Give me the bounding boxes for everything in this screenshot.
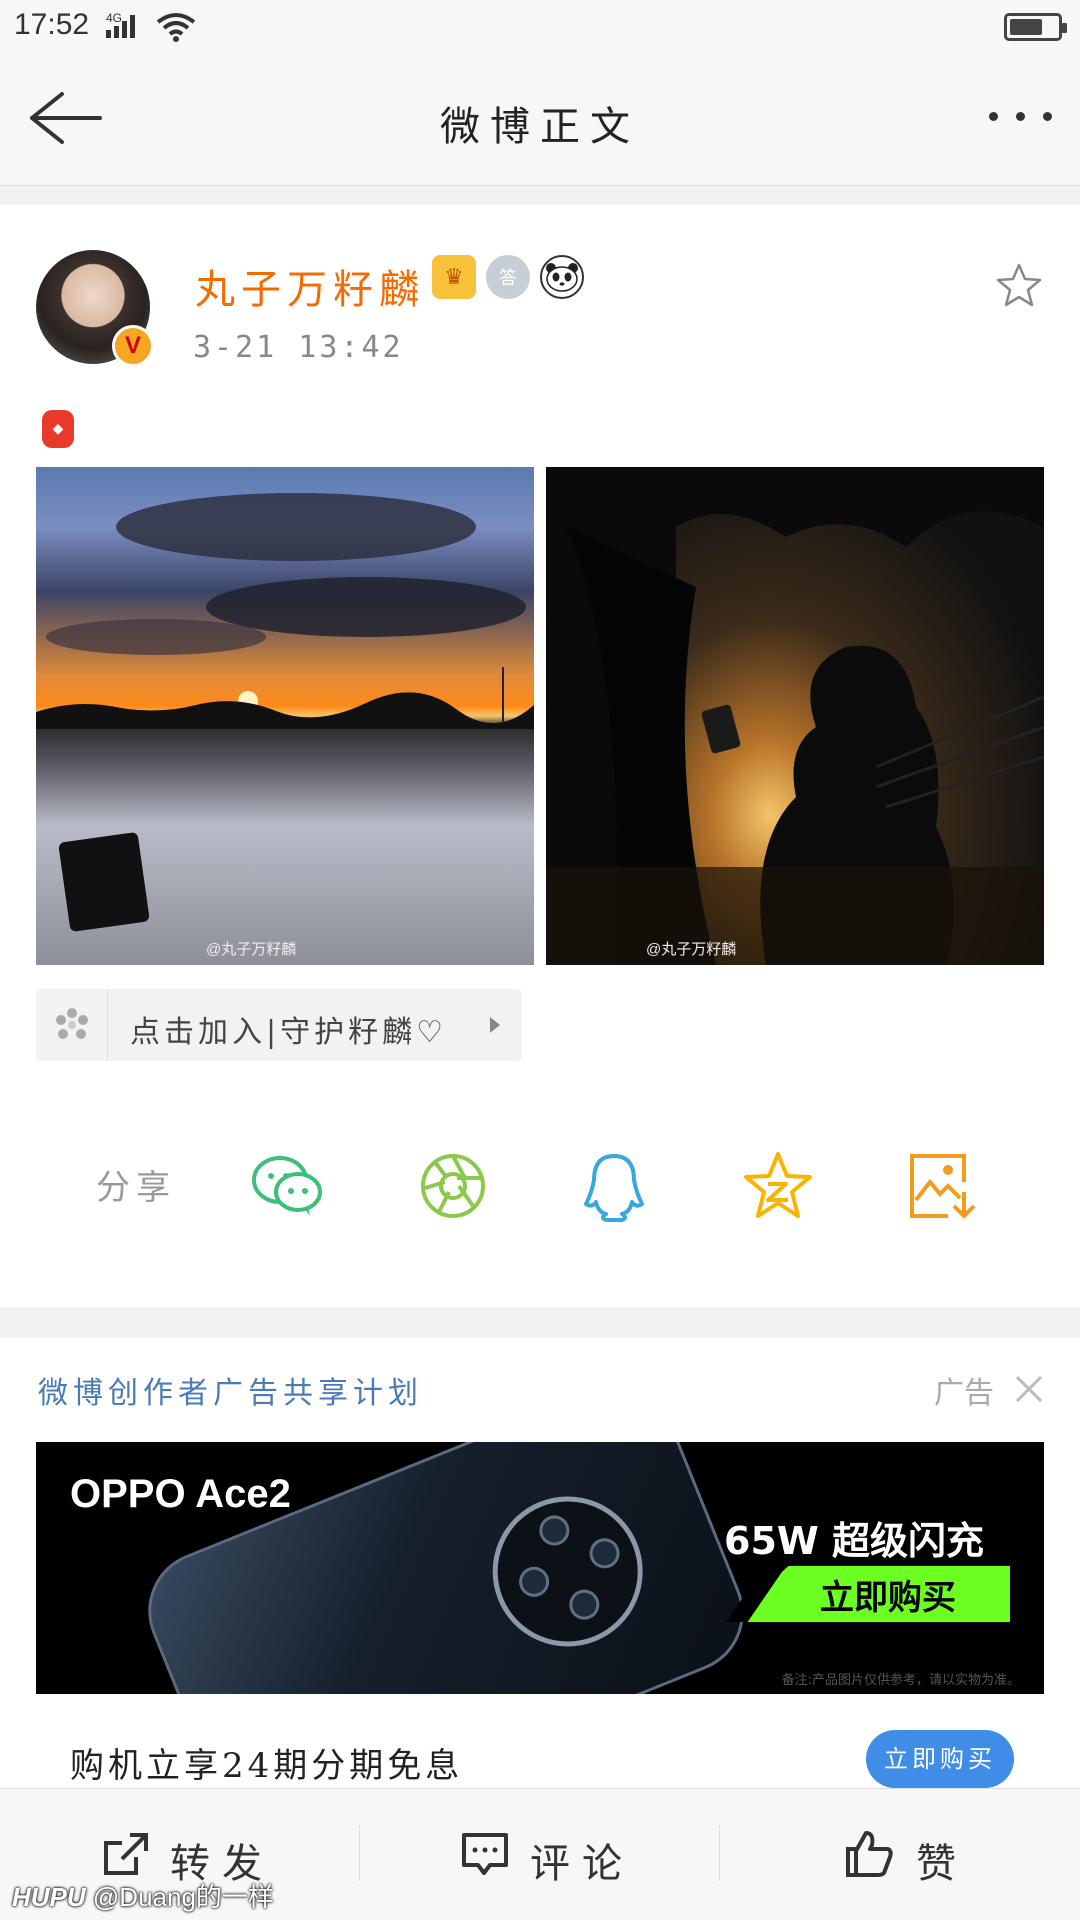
status-time: 17:52 xyxy=(14,8,90,41)
image-watermark: @丸子万籽麟 xyxy=(646,941,737,958)
silhouette-scene xyxy=(546,467,1044,965)
sunset-scene xyxy=(36,493,534,932)
battery-fill xyxy=(1010,19,1043,35)
repost-icon xyxy=(104,1833,148,1875)
signal-icon: 4G xyxy=(106,11,135,38)
ad-disclaimer: 备注:产品图片仅供参考，请以实物为准。 xyxy=(781,1673,1020,1688)
crown-badge-icon[interactable]: ♛ xyxy=(432,255,476,299)
share-row: 分享 xyxy=(0,1140,1080,1230)
moments-icon[interactable] xyxy=(415,1148,491,1224)
network-type: 4G xyxy=(106,11,122,25)
ad-tag: 广告 xyxy=(934,1376,994,1411)
qq-icon[interactable] xyxy=(576,1148,652,1224)
share-label: 分享 xyxy=(96,1168,176,1208)
answer-badge-icon[interactable]: 答 xyxy=(486,255,530,299)
thumbs-up-icon xyxy=(846,1831,893,1877)
comment-label: 评论 xyxy=(530,1841,634,1887)
comment-icon xyxy=(462,1833,508,1875)
lantern-emoji-icon: ◆ xyxy=(42,410,74,448)
close-icon[interactable] xyxy=(1014,1374,1044,1404)
panda-badge-icon[interactable] xyxy=(540,255,584,299)
wifi-icon xyxy=(156,13,196,42)
bottom-action-bar: 转发 评论 赞 HUPU @Duang的一样 xyxy=(0,1788,1080,1920)
camera-module xyxy=(470,1473,666,1670)
ad-card: 微博创作者广告共享计划 广告 OPPO Ace2 65W 超级闪充 立即购买 备… xyxy=(0,1338,1080,1790)
qzone-icon[interactable] xyxy=(740,1148,816,1224)
like-button[interactable]: 赞 xyxy=(720,1789,1079,1920)
ad-charge-text: 65W 超级闪充 xyxy=(724,1519,985,1563)
ad-buy-strip-text: 立即购买 xyxy=(820,1578,956,1618)
buy-now-button[interactable]: 立即购买 xyxy=(866,1730,1014,1788)
favorite-star-icon[interactable] xyxy=(994,261,1044,311)
ad-model-name: OPPO Ace2 xyxy=(70,1472,291,1516)
author-name[interactable]: 丸子万籽麟 xyxy=(195,257,425,315)
post-image-2[interactable]: @丸子万籽麟 xyxy=(546,467,1044,965)
group-icon xyxy=(36,989,108,1061)
comment-button[interactable]: 评论 xyxy=(360,1789,719,1920)
hupu-watermark: HUPU @Duang的一样 xyxy=(12,1877,274,1914)
author-badges: ♛ 答 xyxy=(432,255,584,299)
group-link-text: 点击加入|守护籽麟♡ xyxy=(130,1015,448,1050)
watermark-user: @Duang的一样 xyxy=(92,1882,274,1912)
save-image-icon[interactable] xyxy=(904,1148,980,1224)
verified-v-icon: V xyxy=(112,325,154,367)
ad-program-link[interactable]: 微博创作者广告共享计划 xyxy=(38,1368,423,1412)
post-card: V 丸子万籽麟 ♛ 答 3-21 13:42 ◆ @丸子万籽麟 @丸子万籽麟 点… xyxy=(0,205,1080,1307)
like-label: 赞 xyxy=(916,1841,968,1887)
page-title: 微博正文 xyxy=(440,104,640,150)
ad-promo-text: 购机立享24期分期免息 xyxy=(70,1746,464,1786)
image-watermark: @丸子万籽麟 xyxy=(206,941,297,958)
post-image-1[interactable]: @丸子万籽麟 xyxy=(36,467,534,965)
post-time: 3-21 13:42 xyxy=(193,330,404,365)
status-bar: 17:52 4G xyxy=(0,0,1080,56)
battery-icon xyxy=(1004,13,1067,41)
wechat-icon[interactable] xyxy=(250,1148,326,1224)
chevron-right-icon xyxy=(490,1017,500,1033)
nav-bar: 微博正文 xyxy=(0,56,1080,186)
watermark-brand: HUPU xyxy=(12,1882,86,1912)
group-link-card[interactable]: 点击加入|守护籽麟♡ xyxy=(36,989,522,1061)
ad-banner[interactable]: OPPO Ace2 65W 超级闪充 立即购买 备注:产品图片仅供参考，请以实物… xyxy=(36,1442,1044,1694)
more-options-icon[interactable] xyxy=(989,112,1052,121)
